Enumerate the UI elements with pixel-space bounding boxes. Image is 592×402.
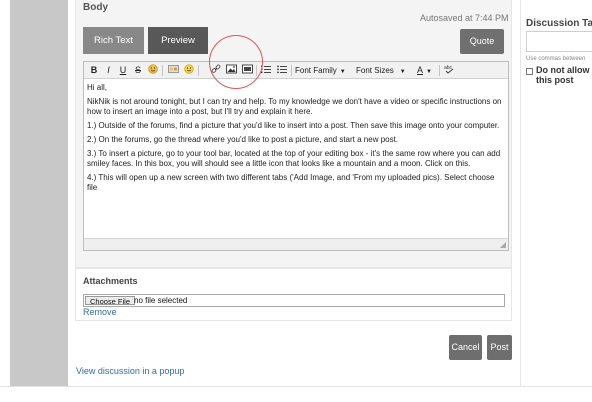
- view-discussion-popup-link[interactable]: View discussion in a popup: [76, 366, 184, 376]
- rich-text-editor[interactable]: B I U S Font Family ▼ Font Sizes ▼ A ▼ a…: [83, 61, 509, 251]
- bullet-list-icon[interactable]: [276, 64, 287, 77]
- italic-button[interactable]: I: [104, 64, 113, 77]
- spellcheck-icon[interactable]: abc: [443, 64, 455, 77]
- resize-grip-icon[interactable]: ◢: [500, 240, 506, 249]
- discussion-tags-title: Discussion Tag: [526, 18, 592, 29]
- cancel-button[interactable]: Cancel: [449, 335, 482, 360]
- smiley-face-icon[interactable]: [183, 64, 195, 77]
- chevron-down-icon: ▼: [399, 69, 406, 75]
- autosave-status: Autosaved at 7:44 PM: [420, 13, 509, 23]
- allow-label-line1: Do not allow: [536, 65, 590, 75]
- bottom-divider: [0, 386, 592, 387]
- left-gutter: [10, 0, 68, 386]
- content-paragraph: Hi all,: [87, 83, 108, 92]
- smiley-icon[interactable]: [147, 64, 159, 77]
- remove-attachment-link[interactable]: Remove: [83, 307, 117, 317]
- tags-hint: Use commas between: [526, 56, 586, 62]
- emoticon-grid-icon[interactable]: [167, 64, 179, 77]
- toolbar-separator: [198, 65, 199, 76]
- highlight-circle-annotation: [209, 35, 263, 89]
- allow-label-line2: this post: [536, 75, 574, 85]
- tags-input[interactable]: [526, 31, 592, 52]
- bold-button[interactable]: B: [89, 64, 99, 77]
- editor-content[interactable]: Hi all, NikNik is not around tonight, bu…: [87, 83, 505, 197]
- body-section-label: Body: [83, 2, 108, 13]
- underline-button[interactable]: U: [118, 64, 128, 77]
- editor-status-bar: ◢: [84, 238, 508, 250]
- file-upload-field[interactable]: Choose File no file selected: [83, 294, 505, 307]
- font-family-label: Font Family: [295, 66, 337, 75]
- toolbar-separator: [162, 65, 163, 76]
- content-paragraph: NikNik is not around tonight, but I can …: [87, 97, 502, 116]
- text-color-label: A: [417, 65, 424, 75]
- choose-file-button[interactable]: Choose File: [85, 296, 136, 306]
- font-sizes-dropdown[interactable]: Font Sizes ▼: [356, 64, 413, 77]
- toolbar-separator: [291, 65, 292, 76]
- content-paragraph: 3.) To insert a picture, go to your tool…: [87, 149, 501, 168]
- content-paragraph: 2.) On the forums, go the thread where y…: [87, 135, 399, 144]
- font-family-dropdown[interactable]: Font Family ▼: [295, 64, 352, 77]
- post-button[interactable]: Post: [487, 335, 512, 360]
- do-not-allow-label: Do not allow this post: [536, 65, 592, 85]
- tab-rich-text[interactable]: Rich Text: [83, 27, 144, 54]
- content-paragraph: 4.) This will open up a new screen with …: [87, 173, 495, 192]
- font-sizes-label: Font Sizes: [356, 66, 394, 75]
- chevron-down-icon: ▼: [339, 69, 346, 75]
- toolbar-separator: [439, 65, 440, 76]
- editor-toolbar: B I U S Font Family ▼ Font Sizes ▼ A ▼ a…: [84, 62, 508, 79]
- attachments-title: Attachments: [83, 276, 138, 286]
- tab-preview[interactable]: Preview: [148, 27, 208, 54]
- quote-button[interactable]: Quote: [460, 29, 504, 54]
- file-status-text: no file selected: [134, 296, 188, 305]
- strikethrough-button[interactable]: S: [133, 64, 143, 77]
- text-color-picker[interactable]: A ▼: [417, 64, 437, 77]
- content-paragraph: 1.) Outside of the forums, find a pictur…: [87, 121, 500, 130]
- do-not-allow-checkbox[interactable]: [526, 68, 533, 75]
- chevron-down-icon: ▼: [426, 69, 432, 75]
